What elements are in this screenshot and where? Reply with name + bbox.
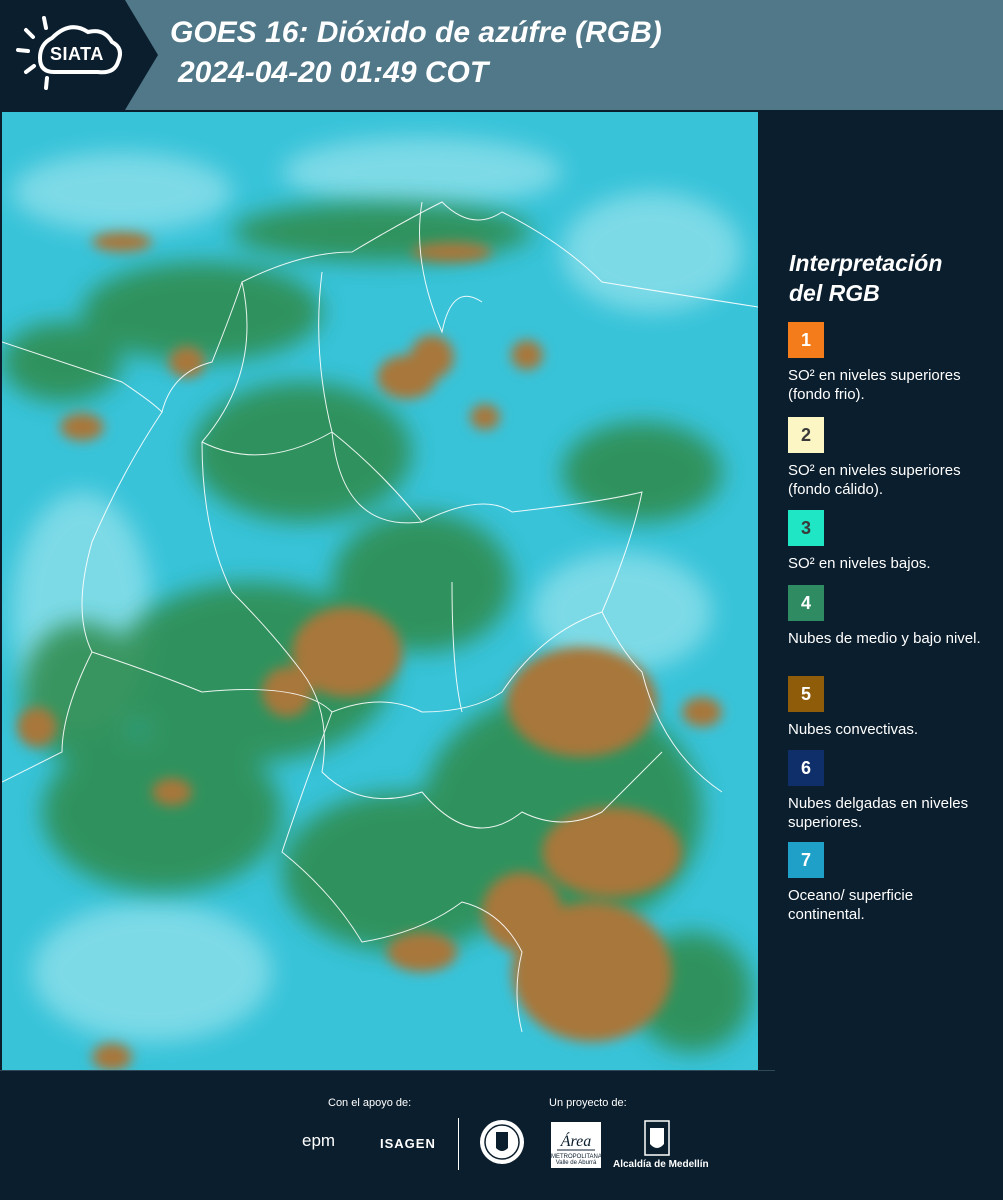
logo-text: SIATA xyxy=(50,44,104,64)
header-bar: SIATA GOES 16: Dióxido de azúfre (RGB) 2… xyxy=(0,0,1003,110)
project-label: Un proyecto de: xyxy=(549,1097,627,1109)
legend-title: Interpretación del RGB xyxy=(789,248,989,308)
area-subtitle: METROPOLITANA Valle de Aburrá xyxy=(551,1154,602,1166)
legend-title-line1: Interpretación xyxy=(789,250,943,276)
page-title: GOES 16: Dióxido de azúfre (RGB) xyxy=(170,16,662,49)
legend-label: Nubes de medio y bajo nivel. xyxy=(788,630,981,647)
legend-swatch: 2 xyxy=(788,417,824,453)
epm-logo: epm xyxy=(302,1131,336,1150)
isagen-logo: ISAGEN xyxy=(380,1136,436,1151)
legend-label: Nubes convectivas. xyxy=(788,721,919,738)
legend-swatch: 6 xyxy=(788,750,824,786)
page-timestamp: 2024-04-20 01:49 COT xyxy=(178,56,489,89)
legend-swatch: 5 xyxy=(788,676,824,712)
root: SIATA GOES 16: Dióxido de azúfre (RGB) 2… xyxy=(0,0,1003,1200)
medellin-shield-icon xyxy=(644,1120,670,1156)
legend-label: SO² en niveles bajos. xyxy=(788,555,931,572)
legend-swatch: 3 xyxy=(788,510,824,546)
legend-swatch: 1 xyxy=(788,322,824,358)
satellite-map xyxy=(2,112,758,1070)
legend-label: SO² en niveles superiores (fondo frio). xyxy=(788,367,961,403)
alcaldia-logo-text: Alcaldía de Medellín xyxy=(613,1159,709,1170)
legend-title-line2: del RGB xyxy=(789,280,880,306)
area-logo-text: Área xyxy=(560,1131,592,1150)
medellin-seal-icon xyxy=(480,1120,524,1164)
support-label: Con el apoyo de: xyxy=(328,1097,412,1109)
legend-swatch: 7 xyxy=(788,842,824,878)
legend-label: Oceano/ superficie continental. xyxy=(788,887,914,923)
legend-swatch: 4 xyxy=(788,585,824,621)
legend-label: SO² en niveles superiores (fondo cálido)… xyxy=(788,462,961,498)
legend-panel: Interpretación del RGB 1 SO² en niveles … xyxy=(762,112,1003,1070)
footer-divider-line xyxy=(0,1070,775,1071)
footer-separator xyxy=(458,1118,459,1170)
footer: Con el apoyo de: Un proyecto de: epm ISA… xyxy=(0,1070,1003,1200)
legend-label: Nubes delgadas en niveles superiores. xyxy=(788,795,969,831)
